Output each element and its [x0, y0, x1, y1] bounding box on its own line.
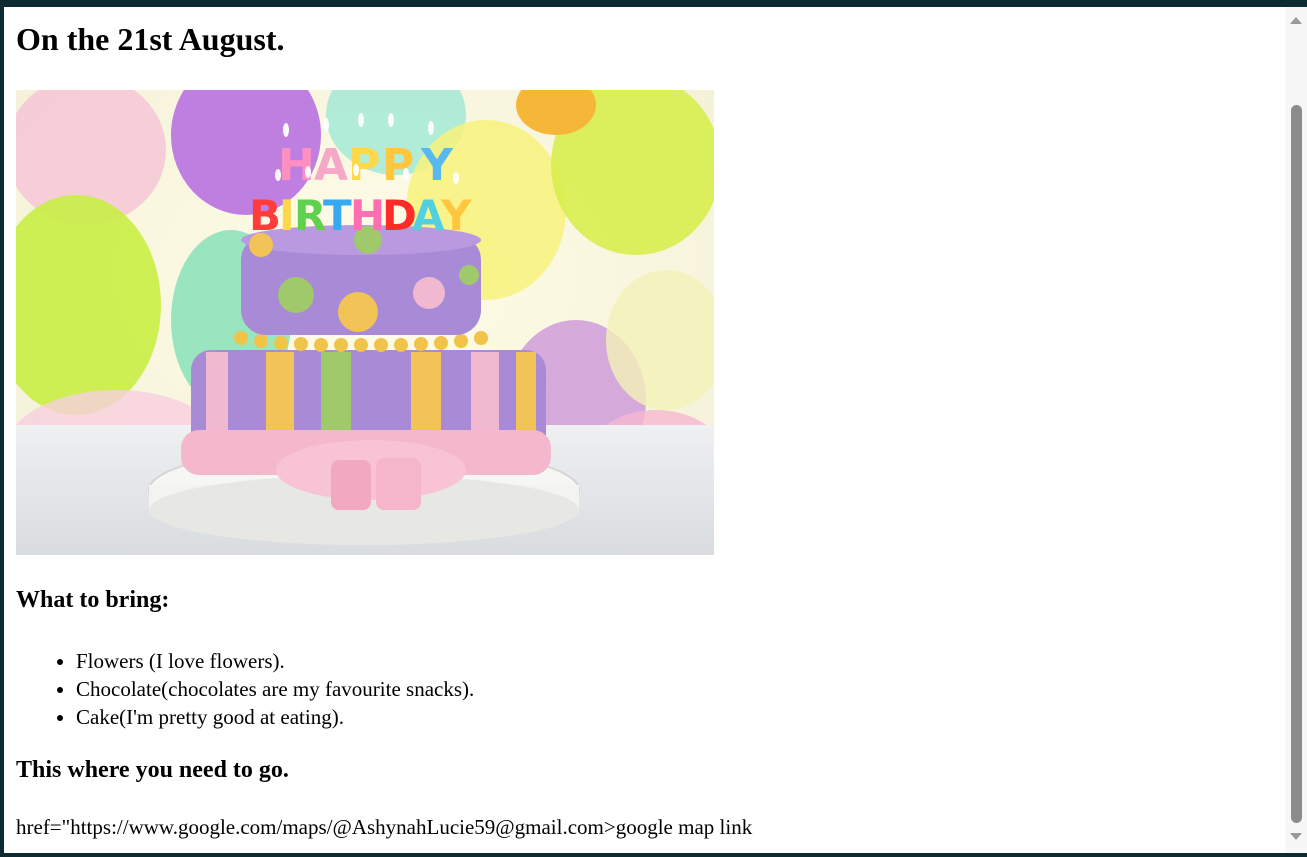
svg-text:P: P	[382, 140, 414, 191]
svg-text:T: T	[323, 191, 352, 240]
scrollbar-thumb[interactable]	[1291, 105, 1302, 823]
svg-text:B: B	[249, 191, 281, 240]
list-item: Cake(I'm pretty good at eating).	[76, 703, 474, 731]
svg-text:A: A	[314, 140, 348, 191]
map-link-text: href="https://www.google.com/maps/@Ashyn…	[16, 815, 753, 839]
svg-text:H: H	[278, 140, 315, 191]
vertical-scrollbar[interactable]	[1285, 7, 1307, 853]
page-title: On the 21st August.	[16, 21, 285, 57]
bring-list: Flowers (I love flowers). Chocolate(choc…	[16, 647, 474, 731]
svg-text:I: I	[279, 191, 295, 240]
birthday-cake-image: H A P P Y B I R T H D A Y	[16, 90, 714, 555]
svg-text:Y: Y	[420, 140, 454, 191]
list-item: Flowers (I love flowers).	[76, 647, 474, 675]
svg-text:R: R	[294, 191, 326, 240]
svg-text:P: P	[348, 140, 380, 191]
bring-heading: What to bring:	[16, 587, 170, 613]
svg-text:Y: Y	[440, 191, 472, 240]
go-heading: This where you need to go.	[16, 757, 289, 783]
chevron-up-icon[interactable]	[1290, 17, 1302, 24]
chevron-down-icon[interactable]	[1290, 833, 1302, 840]
svg-text:H: H	[350, 191, 385, 240]
browser-viewport: On the 21st August. H A P P Y B I R T H …	[4, 7, 1285, 853]
list-item: Chocolate(chocolates are my favourite sn…	[76, 675, 474, 703]
